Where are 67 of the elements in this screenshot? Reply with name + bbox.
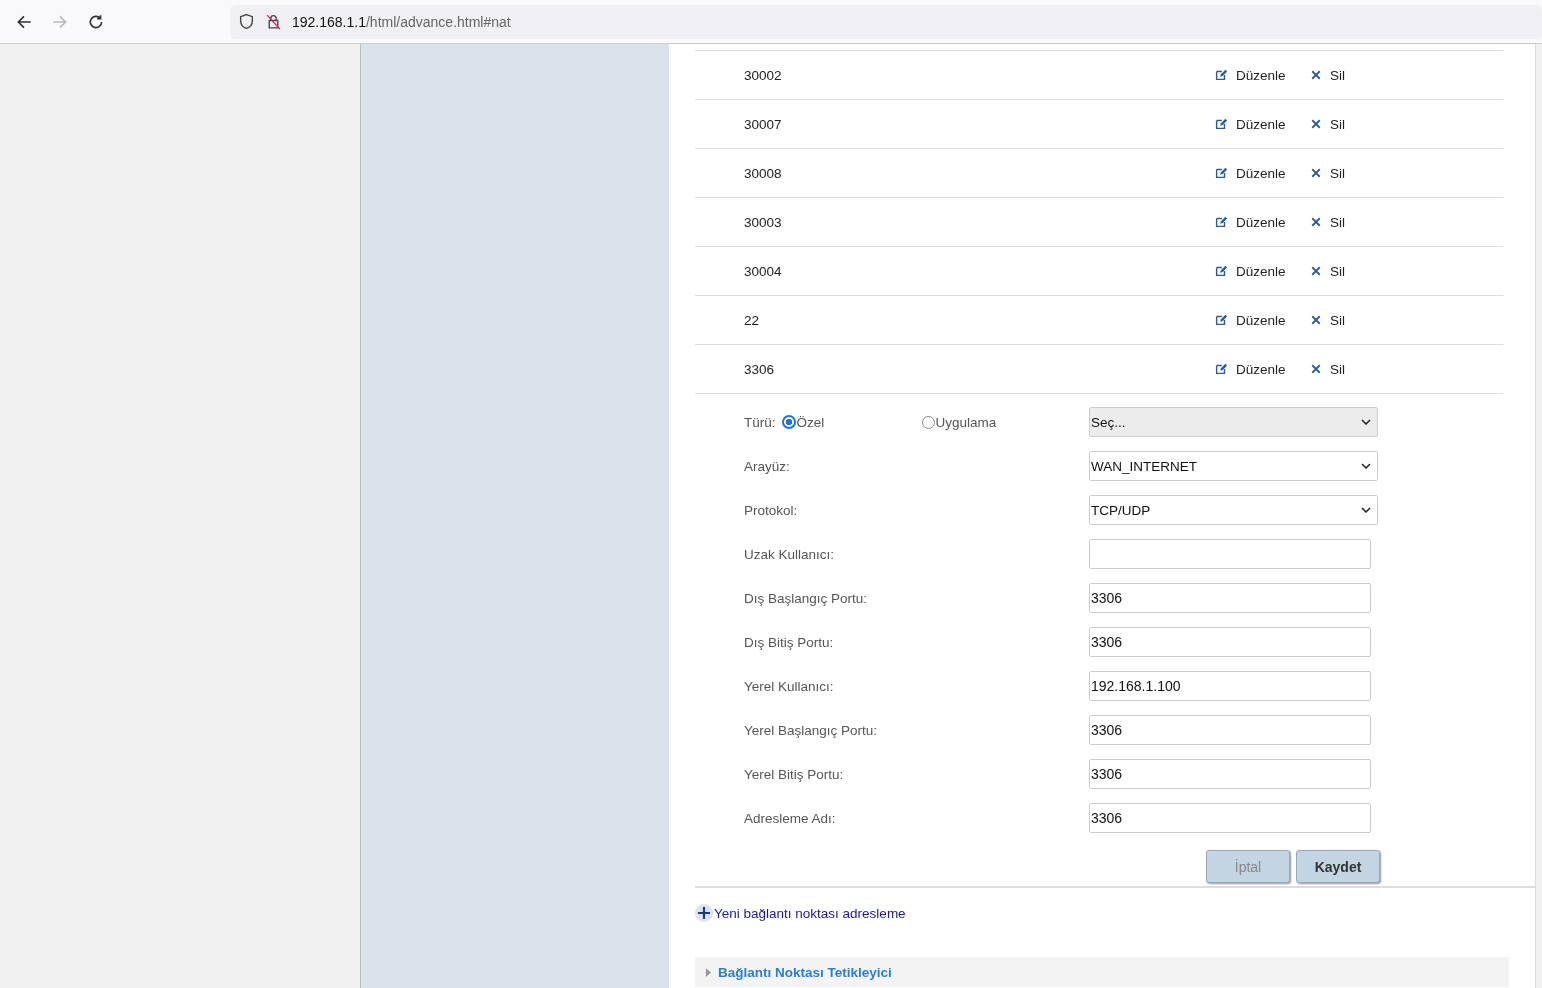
chevron-down-icon[interactable] [1361, 507, 1371, 513]
delete-link[interactable]: Sil [1310, 214, 1345, 230]
input-field[interactable]: 3306 [1089, 759, 1371, 789]
delete-link[interactable]: Sil [1310, 116, 1345, 132]
field-label: Dış Bitiş Portu: [744, 634, 835, 650]
close-icon[interactable] [1310, 363, 1322, 375]
rule-name: 30002 [743, 67, 783, 83]
edit-link[interactable]: Düzenle [1214, 214, 1310, 230]
field-label: Arayüz: [744, 458, 791, 474]
delete-link[interactable]: Sil [1310, 361, 1345, 377]
input-field[interactable]: 3306 [1089, 803, 1371, 833]
edit-link[interactable]: Düzenle [1214, 263, 1310, 279]
dropdown[interactable]: TCP/UDP [1089, 495, 1378, 525]
edit-link[interactable]: Düzenle [1214, 116, 1310, 132]
edit-link[interactable]: Düzenle [1214, 312, 1310, 328]
input-field[interactable]: 192.168.1.100 [1089, 671, 1371, 701]
url-text: 192.168.1.1/html/advance.html#nat [292, 13, 511, 30]
edit-icon[interactable] [1214, 117, 1228, 131]
save-button[interactable]: Kaydet [1296, 850, 1380, 883]
close-icon[interactable] [1310, 118, 1322, 130]
edit-icon[interactable] [1214, 264, 1228, 278]
chevron-down-icon[interactable] [1361, 463, 1371, 469]
edit-link[interactable]: Düzenle [1214, 67, 1310, 83]
scrollbar[interactable] [1535, 44, 1542, 988]
input-field[interactable] [1089, 539, 1371, 569]
expand-arrow-icon[interactable] [705, 967, 712, 977]
edit-icon[interactable] [1214, 313, 1228, 327]
delete-link[interactable]: Sil [1310, 67, 1345, 83]
rule-name: 22 [743, 312, 761, 328]
reload-icon[interactable] [87, 12, 105, 31]
field-label: Dış Başlangıç Portu: [744, 590, 869, 606]
input-field[interactable]: 3306 [1089, 627, 1371, 657]
field-label: Uzak Kullanıcı: [744, 546, 836, 562]
close-icon[interactable] [1310, 314, 1322, 326]
address-bar[interactable]: 192.168.1.1/html/advance.html#nat [230, 4, 1542, 39]
edit-link[interactable]: Düzenle [1214, 361, 1310, 377]
close-icon[interactable] [1310, 216, 1322, 228]
field-label: Protokol: [744, 502, 799, 518]
field-label: Türü: [744, 414, 776, 430]
field-label: Yerel Başlangıç Portu: [744, 722, 879, 738]
shield-icon[interactable] [238, 13, 255, 30]
edit-icon[interactable] [1214, 362, 1228, 376]
input-field[interactable]: 3306 [1089, 583, 1371, 613]
add-port-mapping-link[interactable]: Yeni bağlantı noktası adresleme [695, 904, 906, 922]
close-icon[interactable] [1310, 265, 1322, 277]
rule-name: 30007 [743, 116, 783, 132]
dropdown[interactable]: WAN_INTERNET [1089, 451, 1378, 481]
rule-name: 3306 [743, 361, 776, 377]
field-label: Yerel Bitiş Portu: [744, 766, 845, 782]
plus-icon[interactable] [695, 904, 713, 922]
close-icon[interactable] [1310, 167, 1322, 179]
field-label: Adresleme Adı: [744, 810, 837, 826]
edit-icon[interactable] [1214, 215, 1228, 229]
rule-name: 30003 [743, 214, 783, 230]
edit-icon[interactable] [1214, 166, 1228, 180]
edit-icon[interactable] [1214, 68, 1228, 82]
delete-link[interactable]: Sil [1310, 165, 1345, 181]
delete-link[interactable]: Sil [1310, 312, 1345, 328]
rule-name: 30008 [743, 165, 783, 181]
field-label: Yerel Kullanıcı: [744, 678, 835, 694]
section-header[interactable]: Bağlantı Noktası Tetikleyici [695, 957, 1509, 987]
close-icon[interactable] [1310, 69, 1322, 81]
input-field[interactable]: 3306 [1089, 715, 1371, 745]
delete-link[interactable]: Sil [1310, 263, 1345, 279]
lock-icon[interactable] [265, 13, 282, 30]
edit-link[interactable]: Düzenle [1214, 165, 1310, 181]
rule-name: 30004 [743, 263, 783, 279]
